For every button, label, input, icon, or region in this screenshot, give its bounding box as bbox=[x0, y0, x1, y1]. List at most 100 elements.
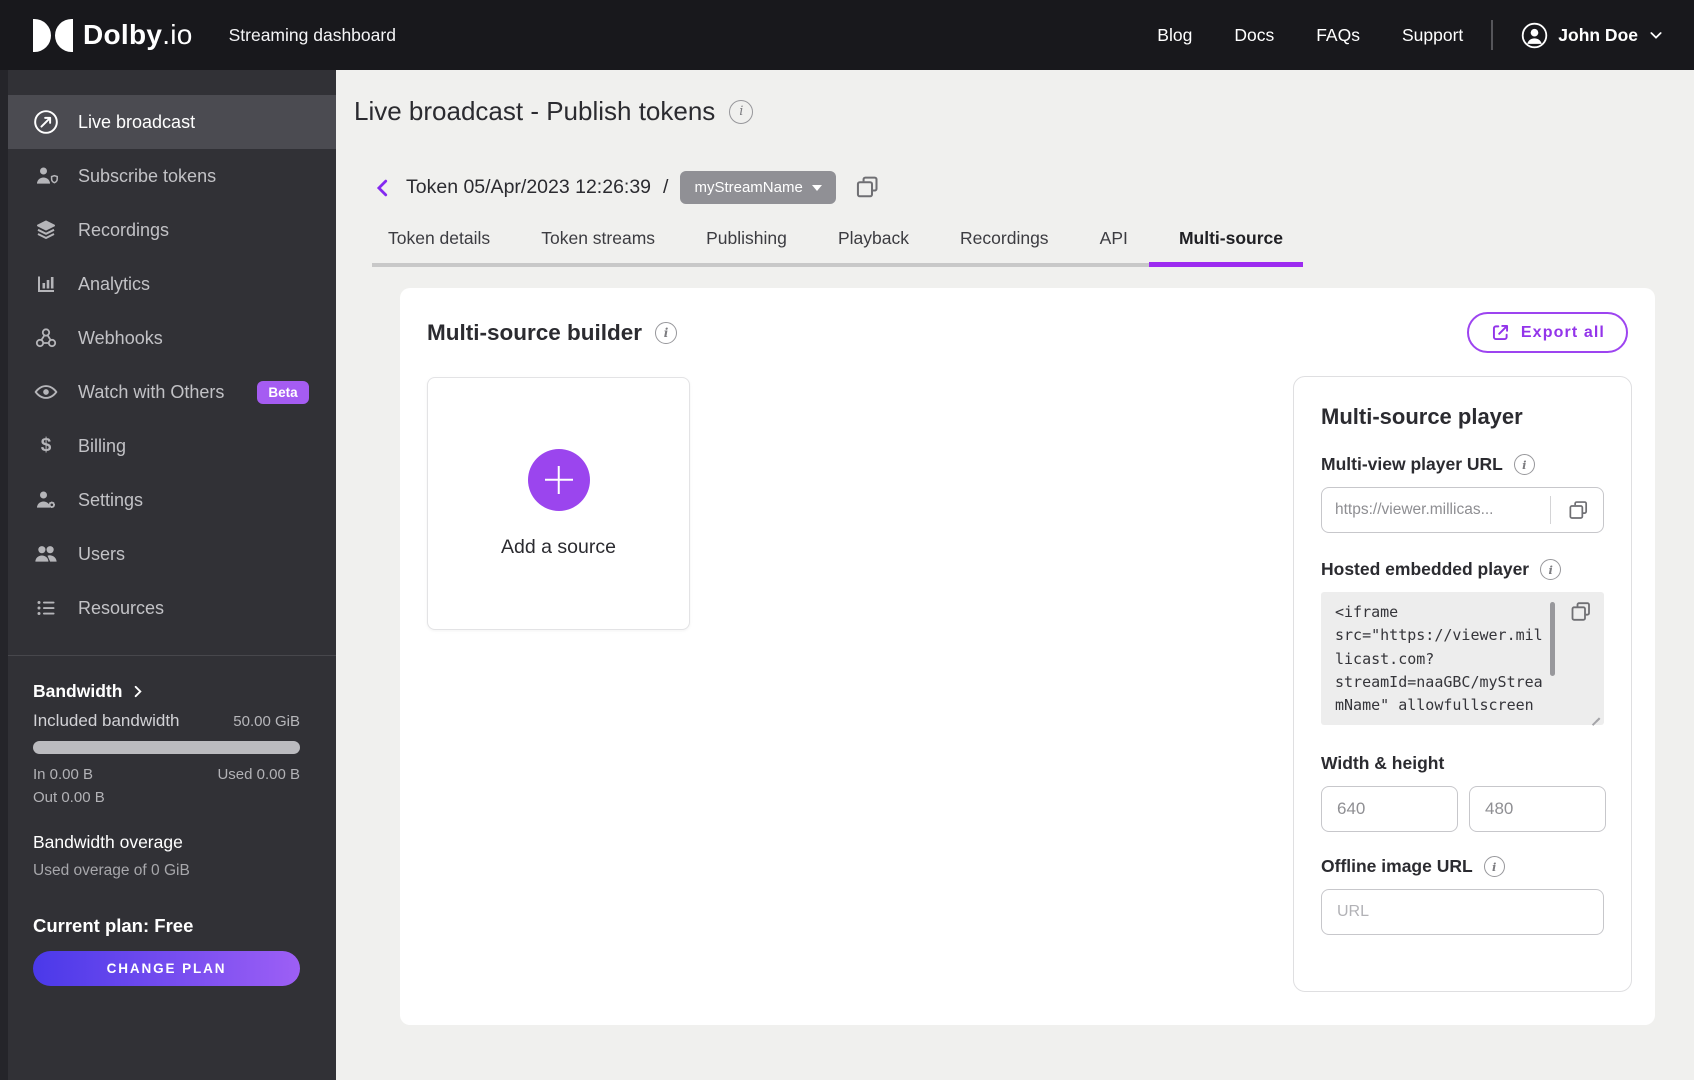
add-source-tile[interactable]: Add a source bbox=[427, 377, 690, 630]
embed-info-icon[interactable]: i bbox=[1540, 559, 1562, 580]
header-divider bbox=[1491, 20, 1494, 50]
stream-name-dropdown[interactable]: myStreamName bbox=[680, 171, 836, 204]
user-name: John Doe bbox=[1558, 24, 1638, 45]
code-scrollbar[interactable] bbox=[1550, 602, 1555, 676]
sidebar-item-settings[interactable]: Settings bbox=[0, 473, 336, 527]
chevron-right-icon bbox=[130, 684, 145, 699]
offline-image-label: Offline image URL bbox=[1321, 856, 1473, 876]
player-url-input[interactable]: https://viewer.millicas... bbox=[1321, 487, 1604, 533]
bandwidth-overage-title: Bandwidth overage bbox=[33, 832, 183, 852]
export-all-label: Export all bbox=[1520, 323, 1605, 341]
offline-image-info-icon[interactable]: i bbox=[1483, 856, 1505, 877]
width-input[interactable] bbox=[1321, 786, 1458, 832]
brand-text: Dolby.io bbox=[83, 19, 193, 50]
sidebar: Live broadcast Subscribe tokens Recordin… bbox=[0, 70, 336, 1080]
chevron-down-icon bbox=[1648, 27, 1664, 43]
height-input[interactable] bbox=[1469, 786, 1606, 832]
bandwidth-out: Out 0.00 B bbox=[33, 789, 105, 806]
embed-code-box[interactable]: <iframe src="https://viewer.mil licast.c… bbox=[1321, 592, 1604, 725]
sidebar-item-label: Settings bbox=[78, 489, 144, 510]
player-title: Multi-source player bbox=[1321, 404, 1523, 429]
bar-chart-icon bbox=[33, 272, 59, 296]
sidebar-item-analytics[interactable]: Analytics bbox=[0, 257, 336, 311]
back-chevron-icon[interactable] bbox=[372, 177, 394, 199]
sidebar-item-billing[interactable]: $ Billing bbox=[0, 419, 336, 473]
copy-url-button[interactable] bbox=[1567, 499, 1590, 522]
app-title: Streaming dashboard bbox=[228, 24, 396, 45]
bandwidth-overage-detail: Used overage of 0 GiB bbox=[33, 862, 190, 879]
bandwidth-used: Used 0.00 B bbox=[217, 766, 300, 783]
sidebar-item-subscribe-tokens[interactable]: Subscribe tokens bbox=[0, 149, 336, 203]
included-bandwidth-label: Included bandwidth bbox=[33, 711, 180, 730]
sidebar-item-webhooks[interactable]: Webhooks bbox=[0, 311, 336, 365]
multi-source-builder-card: Multi-source builder i Export all Add a … bbox=[400, 288, 1655, 1025]
tab-playback[interactable]: Playback bbox=[822, 228, 925, 263]
builder-info-icon[interactable]: i bbox=[655, 321, 678, 344]
breadcrumb: Token 05/Apr/2023 12:26:39 / myStreamNam… bbox=[372, 171, 1694, 204]
breadcrumb-token: Token 05/Apr/2023 12:26:39 bbox=[406, 176, 652, 198]
sidebar-item-label: Live broadcast bbox=[78, 111, 196, 132]
eye-icon bbox=[33, 379, 59, 405]
export-all-button[interactable]: Export all bbox=[1466, 312, 1628, 353]
bandwidth-title[interactable]: Bandwidth bbox=[33, 681, 300, 702]
dollar-icon: $ bbox=[40, 435, 52, 456]
sidebar-item-watch-with-others[interactable]: Watch with Others Beta bbox=[0, 365, 336, 419]
change-plan-button[interactable]: CHANGE PLAN bbox=[33, 951, 300, 986]
layers-icon bbox=[33, 218, 59, 242]
dolby-double-d-icon bbox=[33, 18, 73, 52]
sidebar-item-recordings[interactable]: Recordings bbox=[0, 203, 336, 257]
tab-token-details[interactable]: Token details bbox=[372, 228, 506, 263]
sidebar-item-label: Subscribe tokens bbox=[78, 165, 217, 186]
page-title: Live broadcast - Publish tokens bbox=[354, 96, 716, 126]
top-bar: Dolby.io Streaming dashboard Blog Docs F… bbox=[0, 0, 1694, 70]
tab-api[interactable]: API bbox=[1084, 228, 1144, 263]
size-label: Width & height bbox=[1321, 753, 1445, 773]
nav-link-support[interactable]: Support bbox=[1402, 25, 1463, 46]
tab-token-streams[interactable]: Token streams bbox=[525, 228, 671, 263]
stream-name-label: myStreamName bbox=[694, 179, 803, 196]
sidebar-item-resources[interactable]: Resources bbox=[0, 581, 336, 635]
nav-link-faqs[interactable]: FAQs bbox=[1316, 25, 1360, 46]
sidebar-item-label: Watch with Others bbox=[78, 381, 225, 402]
external-link-icon bbox=[1490, 322, 1511, 343]
page-title-info-icon[interactable]: i bbox=[729, 99, 754, 124]
add-source-label: Add a source bbox=[501, 535, 616, 558]
sidebar-item-label: Analytics bbox=[78, 273, 151, 294]
bandwidth-section: Bandwidth Included bandwidth 50.00 GiB I… bbox=[0, 681, 336, 986]
sidebar-item-users[interactable]: Users bbox=[0, 527, 336, 581]
tab-publishing[interactable]: Publishing bbox=[690, 228, 803, 263]
tab-recordings[interactable]: Recordings bbox=[944, 228, 1065, 263]
sidebar-item-label: Resources bbox=[78, 597, 165, 618]
user-menu[interactable]: John Doe bbox=[1521, 22, 1664, 49]
top-nav: Blog Docs FAQs Support bbox=[1157, 25, 1463, 46]
bandwidth-in: In 0.00 B bbox=[33, 766, 94, 783]
webhook-icon bbox=[33, 326, 59, 350]
offline-image-url-input[interactable] bbox=[1321, 889, 1604, 935]
resize-handle[interactable] bbox=[1589, 708, 1600, 719]
tab-bar: Token details Token streams Publishing P… bbox=[372, 228, 1304, 267]
caret-down-icon bbox=[811, 184, 822, 191]
breadcrumb-separator: / bbox=[663, 176, 669, 198]
person-gear-icon bbox=[33, 488, 59, 512]
list-icon bbox=[33, 596, 59, 620]
sidebar-item-label: Recordings bbox=[78, 219, 170, 240]
sidebar-item-label: Webhooks bbox=[78, 327, 163, 348]
player-url-info-icon[interactable]: i bbox=[1513, 454, 1535, 475]
tab-multi-source[interactable]: Multi-source bbox=[1148, 228, 1304, 267]
player-url-label: Multi-view player URL bbox=[1321, 454, 1503, 474]
bandwidth-progress-bar bbox=[33, 741, 300, 754]
person-shield-icon bbox=[33, 164, 59, 188]
avatar-icon bbox=[1521, 22, 1548, 49]
sidebar-item-label: Users bbox=[78, 543, 126, 564]
dolby-logo[interactable]: Dolby.io bbox=[33, 18, 193, 52]
input-divider bbox=[1550, 496, 1551, 524]
nav-link-docs[interactable]: Docs bbox=[1234, 25, 1274, 46]
multi-source-player-panel: Multi-source player Multi-view player UR… bbox=[1293, 376, 1632, 992]
copy-embed-button[interactable] bbox=[1569, 600, 1593, 624]
included-bandwidth-value: 50.00 GiB bbox=[233, 713, 300, 730]
nav-link-blog[interactable]: Blog bbox=[1157, 25, 1192, 46]
sidebar-item-label: Billing bbox=[78, 435, 127, 456]
sidebar-item-live-broadcast[interactable]: Live broadcast bbox=[0, 95, 336, 149]
users-icon bbox=[33, 541, 59, 567]
copy-stream-name-button[interactable] bbox=[854, 174, 881, 201]
